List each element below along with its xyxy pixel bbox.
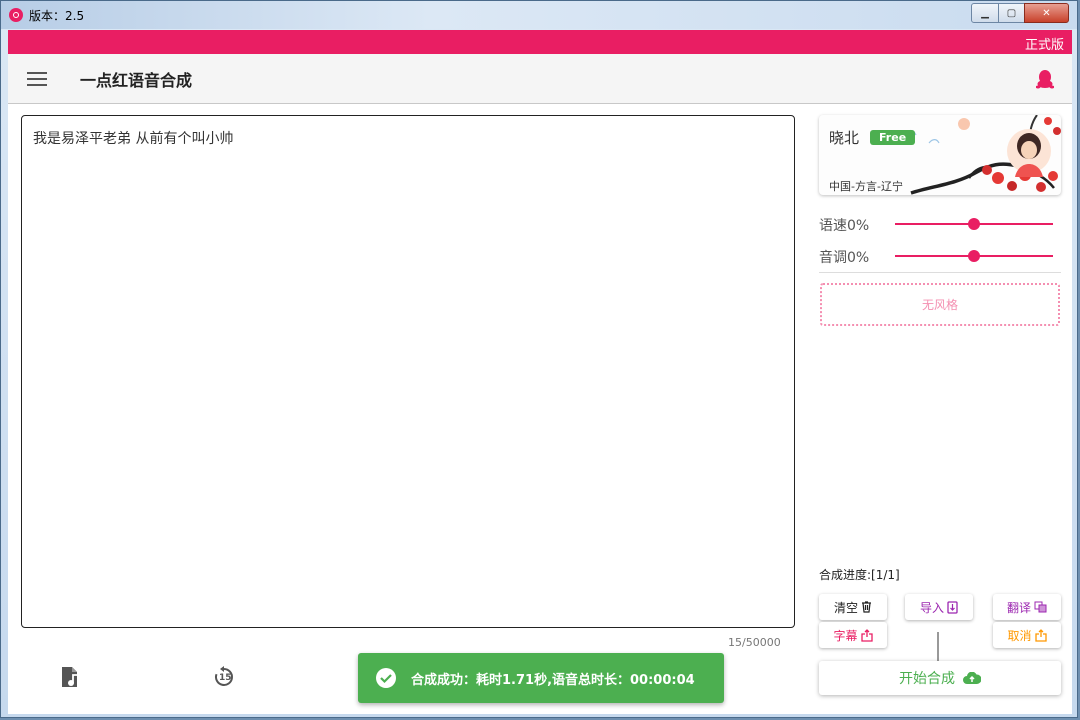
pitch-slider[interactable]: 音调0%: [819, 245, 1064, 267]
app-bar: 一点红语音合成: [8, 54, 1072, 104]
speed-label: 语速0%: [819, 218, 870, 234]
app-window: 版本：2.5 ▁ ▢ ✕ 正式版 一点红语音合成 我是易泽平老弟 从前有个叫小帅…: [0, 0, 1078, 718]
brand-bar: 正式版: [8, 30, 1072, 54]
style-selector[interactable]: 无风格: [820, 283, 1060, 326]
voice-card[interactable]: 晓北 Free 中国-方言-辽宁: [819, 115, 1061, 195]
pitch-label: 音调0%: [819, 250, 870, 266]
free-badge: Free: [870, 130, 916, 145]
translate-button[interactable]: 翻译: [993, 594, 1061, 620]
subtitle-label: 字幕: [833, 628, 858, 643]
editor-text: 我是易泽平老弟 从前有个叫小帅: [33, 131, 234, 147]
edition-label: 正式版: [1024, 38, 1064, 53]
clear-label: 清空: [833, 600, 858, 615]
import-document-icon: [947, 600, 958, 614]
client-area: 正式版 一点红语音合成 我是易泽平老弟 从前有个叫小帅 15/50000 15 …: [8, 30, 1072, 714]
subtitle-export-icon: [860, 628, 873, 642]
qq-penguin-icon[interactable]: [1036, 69, 1054, 89]
app-logo-icon: [9, 8, 23, 22]
replay-15-icon[interactable]: 15: [213, 666, 235, 688]
window-title: 版本：2.5: [29, 8, 85, 23]
hamburger-menu-icon[interactable]: [27, 71, 47, 86]
minimize-button[interactable]: ▁: [971, 3, 999, 23]
char-counter: 15/50000: [728, 636, 781, 649]
clear-button[interactable]: 清空: [819, 594, 887, 620]
title-bar[interactable]: 版本：2.5 ▁ ▢ ✕: [1, 1, 1077, 29]
cancel-button[interactable]: 取消: [993, 622, 1061, 648]
cancel-label: 取消: [1007, 628, 1032, 643]
window-controls: ▁ ▢ ✕: [971, 3, 1069, 23]
synthesis-progress: 合成进度:[1/1]: [819, 568, 900, 582]
start-label: 开始合成: [899, 671, 955, 687]
subtitle-button[interactable]: 字幕: [819, 622, 887, 648]
translate-label: 翻译: [1006, 600, 1031, 615]
audio-file-icon[interactable]: [60, 666, 80, 688]
speed-slider[interactable]: 语速0%: [819, 213, 1064, 235]
close-button[interactable]: ✕: [1024, 3, 1069, 23]
replay-seconds-label: 15: [219, 673, 232, 683]
cancel-export-icon: [1034, 628, 1047, 642]
maximize-button[interactable]: ▢: [999, 3, 1024, 23]
voice-name: 晓北: [829, 129, 860, 147]
toast-message: 合成成功：耗时1.71秒,语音总时长：00:00:04: [411, 672, 695, 688]
check-circle-icon: [376, 668, 396, 688]
import-button[interactable]: 导入: [905, 594, 973, 620]
cloud-upload-icon: [963, 672, 981, 684]
start-synthesis-button[interactable]: 开始合成: [819, 661, 1061, 695]
divider: [819, 272, 1061, 273]
voice-region: 中国-方言-辽宁: [829, 180, 903, 193]
app-title: 一点红语音合成: [80, 70, 193, 90]
pitch-thumb[interactable]: [968, 250, 980, 262]
trash-icon: [862, 601, 871, 613]
text-editor[interactable]: 我是易泽平老弟 从前有个叫小帅: [21, 115, 795, 628]
success-toast: 合成成功：耗时1.71秒,语音总时长：00:00:04: [358, 653, 724, 703]
translate-icon: [1034, 601, 1047, 613]
style-label: 无风格: [921, 298, 958, 312]
speed-thumb[interactable]: [968, 218, 980, 230]
import-label: 导入: [919, 600, 944, 615]
